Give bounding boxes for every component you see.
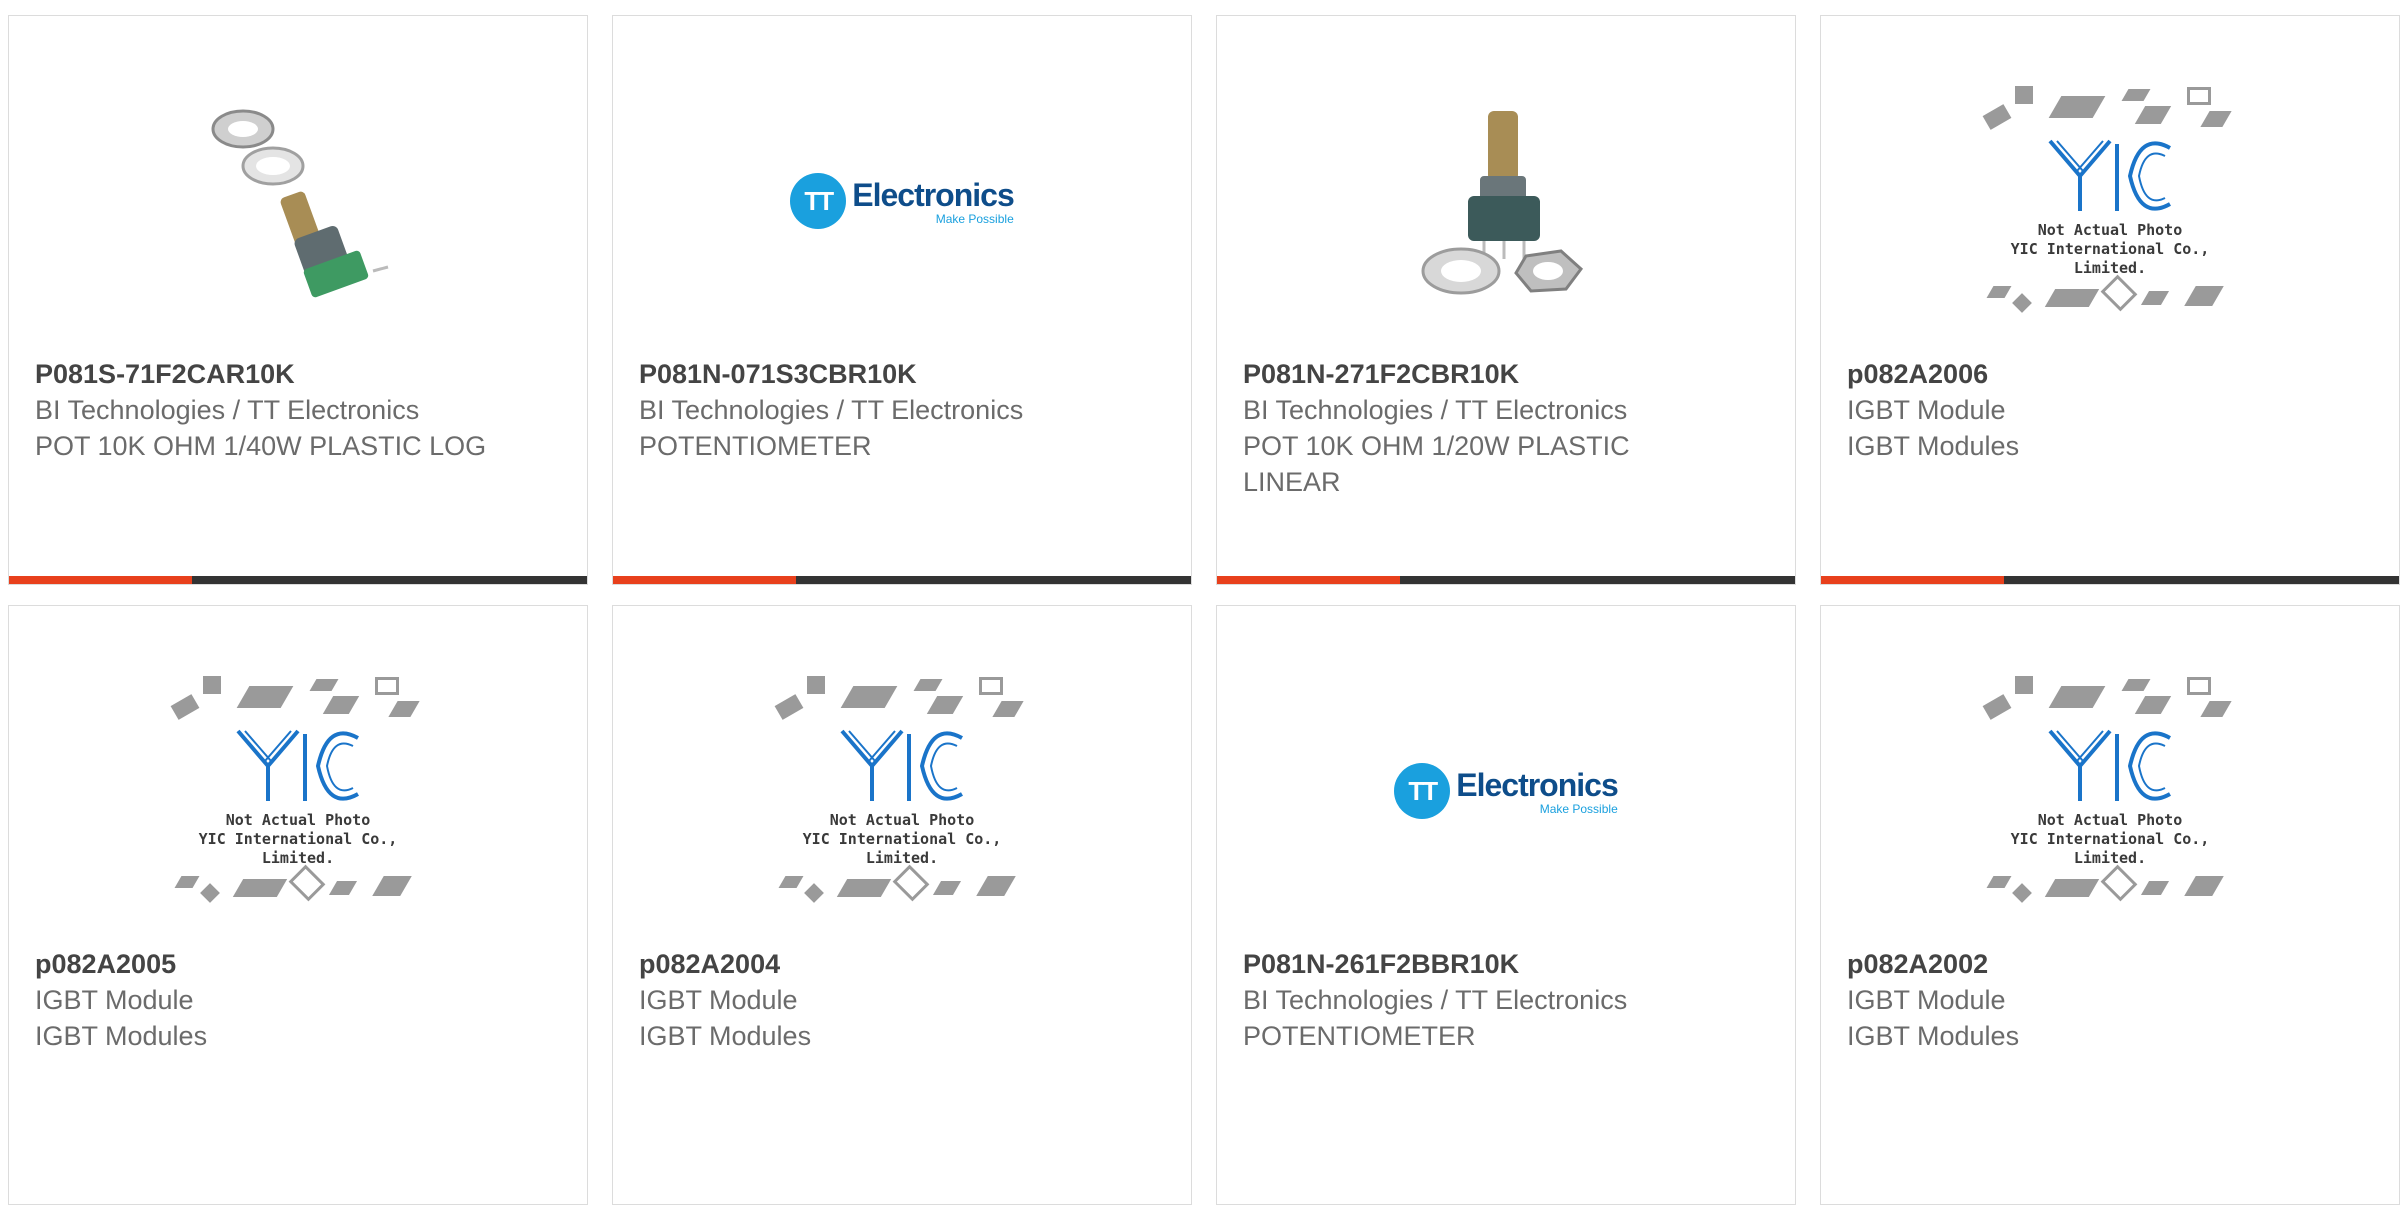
product-image[interactable]: Not Actual Photo YIC International Co., L… (613, 666, 1191, 916)
manufacturer: IGBT Module (1847, 395, 2006, 425)
product-card[interactable]: TT Electronics Make Possible P081N-071S3… (612, 15, 1192, 585)
description: POTENTIOMETER (1243, 1021, 1476, 1051)
part-number[interactable]: p082A2005 (35, 949, 176, 979)
manufacturer: IGBT Module (639, 985, 798, 1015)
product-image[interactable]: Not Actual Photo YIC International Co., L… (1821, 76, 2399, 326)
part-number[interactable]: p082A2006 (1847, 359, 1988, 389)
product-card[interactable]: P081N-271F2CBR10K BI Technologies / TT E… (1216, 15, 1796, 585)
tt-electronics-logo: TT Electronics Make Possible (790, 173, 1015, 229)
part-number[interactable]: p082A2004 (639, 949, 780, 979)
product-image[interactable]: TT Electronics Make Possible (613, 76, 1191, 326)
description: POTENTIOMETER (639, 431, 872, 461)
card-progress-bar (613, 576, 1191, 584)
tt-electronics-logo: TT Electronics Make Possible (1394, 763, 1619, 819)
part-number[interactable]: P081N-071S3CBR10K (639, 359, 917, 389)
product-card[interactable]: P081S-71F2CAR10K BI Technologies / TT El… (8, 15, 588, 585)
product-card[interactable]: Not Actual Photo YIC International Co., L… (1820, 605, 2400, 1205)
product-image[interactable]: Not Actual Photo YIC International Co., L… (1821, 666, 2399, 916)
product-card[interactable]: Not Actual Photo YIC International Co., L… (612, 605, 1192, 1205)
manufacturer: IGBT Module (35, 985, 194, 1015)
description: IGBT Modules (1847, 1021, 2020, 1051)
card-progress-bar (9, 576, 587, 584)
yic-placeholder-image: Not Actual Photo YIC International Co., L… (1975, 81, 2245, 321)
product-image[interactable]: TT Electronics Make Possible (1217, 666, 1795, 916)
product-image[interactable]: Not Actual Photo YIC International Co., L… (9, 666, 587, 916)
manufacturer: BI Technologies / TT Electronics (35, 395, 420, 425)
manufacturer: IGBT Module (1847, 985, 2006, 1015)
card-progress-bar (1217, 576, 1795, 584)
part-number[interactable]: P081S-71F2CAR10K (35, 359, 295, 389)
potentiometer-photo (1421, 111, 1584, 295)
description: POT 10K OHM 1/20W PLASTIC LINEAR (1243, 431, 1630, 497)
description: IGBT Modules (35, 1021, 208, 1051)
part-number[interactable]: P081N-271F2CBR10K (1243, 359, 1519, 389)
product-image[interactable] (1217, 76, 1795, 326)
description: IGBT Modules (639, 1021, 812, 1051)
manufacturer: BI Technologies / TT Electronics (1243, 985, 1628, 1015)
description: IGBT Modules (1847, 431, 2020, 461)
yic-placeholder-image: Not Actual Photo YIC International Co., L… (1975, 671, 2245, 911)
manufacturer: BI Technologies / TT Electronics (639, 395, 1024, 425)
part-number[interactable]: p082A2002 (1847, 949, 1988, 979)
potentiometer-photo (211, 109, 389, 298)
description: POT 10K OHM 1/40W PLASTIC LOG (35, 431, 487, 461)
product-image[interactable] (9, 76, 587, 326)
product-card[interactable]: TT Electronics Make Possible P081N-261F2… (1216, 605, 1796, 1205)
yic-placeholder-image: Not Actual Photo YIC International Co., L… (163, 671, 433, 911)
product-card[interactable]: Not Actual Photo YIC International Co., L… (8, 605, 588, 1205)
product-card[interactable]: Not Actual Photo YIC International Co., L… (1820, 15, 2400, 585)
card-progress-bar (1821, 576, 2399, 584)
part-number[interactable]: P081N-261F2BBR10K (1243, 949, 1519, 979)
manufacturer: BI Technologies / TT Electronics (1243, 395, 1628, 425)
yic-placeholder-image: Not Actual Photo YIC International Co., L… (767, 671, 1037, 911)
